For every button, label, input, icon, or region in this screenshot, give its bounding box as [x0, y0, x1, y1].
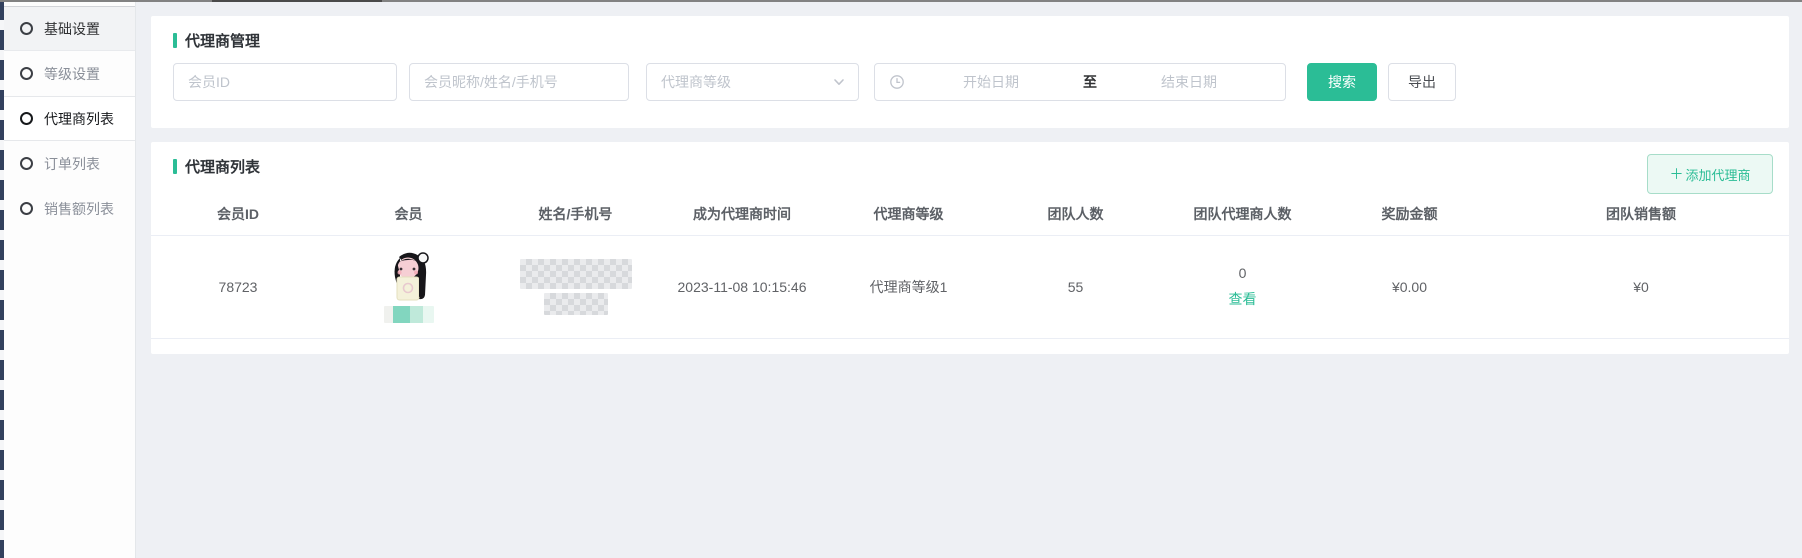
radio-circle-icon: [20, 157, 33, 170]
date-range-picker[interactable]: 开始日期 至 结束日期: [874, 63, 1286, 101]
panel-title: 代理商管理: [185, 30, 260, 51]
col-member-id: 会员ID: [151, 204, 325, 224]
sidebar: 基础设置 等级设置 代理商列表 订单列表 销售额列表: [4, 0, 136, 558]
col-reward-amount: 奖励金额: [1326, 204, 1493, 224]
sidebar-item-sales-list[interactable]: 销售额列表: [4, 186, 135, 231]
agent-list-panel: 代理商列表 ＋ 添加代理商 会员ID 会员 姓名/手机号 成为代理商时间 代理商…: [151, 142, 1789, 354]
col-become-time: 成为代理商时间: [659, 204, 825, 224]
search-button[interactable]: 搜索: [1307, 63, 1377, 101]
col-team-count: 团队人数: [992, 204, 1159, 224]
sidebar-item-label: 销售额列表: [44, 199, 114, 219]
sidebar-item-label: 基础设置: [44, 19, 100, 39]
view-link[interactable]: 查看: [1229, 289, 1257, 309]
end-date-placeholder[interactable]: 结束日期: [1103, 72, 1275, 92]
collapsed-menu-strip: [0, 0, 4, 558]
add-agent-label: 添加代理商: [1685, 165, 1750, 184]
cell-become-time: 2023-11-08 10:15:46: [659, 279, 825, 295]
sidebar-item-agent-list[interactable]: 代理商列表: [4, 96, 135, 141]
window-top-edge: [0, 0, 1802, 2]
member-id-input[interactable]: [173, 63, 397, 101]
radio-circle-icon: [20, 112, 33, 125]
title-accent-bar: [173, 33, 177, 48]
radio-circle-icon: [20, 67, 33, 80]
cell-name-phone: [492, 259, 659, 315]
table-row: 78723: [151, 235, 1789, 339]
panel-title-row: 代理商列表: [151, 142, 1789, 177]
member-avatar-block: [384, 251, 434, 323]
radio-circle-icon: [20, 202, 33, 215]
plus-icon: ＋: [1669, 164, 1683, 184]
cell-team-agent-count: 0 查看: [1159, 265, 1326, 309]
agent-level-select[interactable]: 代理商等级: [646, 63, 859, 101]
sidebar-item-label: 订单列表: [44, 154, 100, 174]
sidebar-item-label: 代理商列表: [44, 109, 114, 129]
agent-management-panel: 代理商管理 代理商等级 开始日期 至 结束日期 搜索 导出: [151, 16, 1789, 128]
member-nickname-censored: [384, 306, 434, 323]
sidebar-item-order-list[interactable]: 订单列表: [4, 141, 135, 186]
keyword-input[interactable]: [409, 63, 629, 101]
panel-title: 代理商列表: [185, 156, 260, 177]
date-range-separator: 至: [1077, 72, 1103, 92]
sidebar-item-basic-settings[interactable]: 基础设置: [4, 6, 135, 51]
phone-censored: [544, 293, 608, 315]
col-team-sales: 团队销售额: [1493, 204, 1789, 224]
window-top-edge-segment: [212, 0, 382, 2]
col-team-agent-count: 团队代理商人数: [1159, 204, 1326, 224]
chevron-down-icon: [832, 75, 846, 89]
title-accent-bar: [173, 159, 177, 174]
cell-agent-level: 代理商等级1: [825, 277, 992, 297]
export-button[interactable]: 导出: [1388, 63, 1456, 101]
cell-member: [325, 251, 492, 323]
clock-icon: [889, 74, 905, 90]
col-agent-level: 代理商等级: [825, 204, 992, 224]
cell-team-count: 55: [992, 279, 1159, 295]
start-date-placeholder[interactable]: 开始日期: [905, 72, 1077, 92]
col-member: 会员: [325, 204, 492, 224]
avatar: [385, 251, 433, 303]
team-agent-count-value: 0: [1239, 265, 1247, 281]
cell-team-sales: ¥0: [1493, 279, 1789, 295]
cell-reward-amount: ¥0.00: [1326, 279, 1493, 295]
panel-title-row: 代理商管理: [151, 16, 1789, 51]
sidebar-item-level-settings[interactable]: 等级设置: [4, 51, 135, 96]
sidebar-item-label: 等级设置: [44, 64, 100, 84]
radio-circle-icon: [20, 22, 33, 35]
col-name-phone: 姓名/手机号: [492, 204, 659, 224]
main-content: 代理商管理 代理商等级 开始日期 至 结束日期 搜索 导出: [137, 2, 1802, 558]
filter-row: 代理商等级 开始日期 至 结束日期 搜索 导出: [173, 63, 1789, 101]
name-censored: [520, 259, 632, 289]
agent-level-placeholder: 代理商等级: [661, 72, 731, 92]
cell-member-id: 78723: [151, 279, 325, 295]
table-header-row: 会员ID 会员 姓名/手机号 成为代理商时间 代理商等级 团队人数 团队代理商人…: [151, 193, 1789, 235]
add-agent-button[interactable]: ＋ 添加代理商: [1647, 154, 1773, 194]
